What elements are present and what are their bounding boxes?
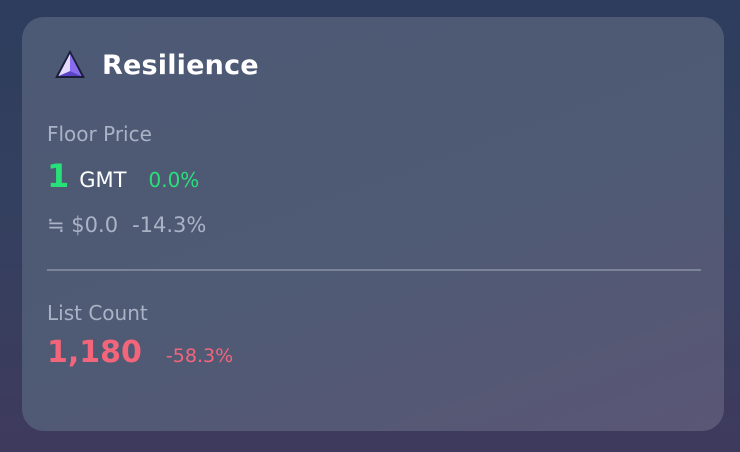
triangle-prism-icon [55, 50, 85, 78]
floor-price-row: 1 GMT 0.0% [47, 157, 199, 195]
floor-price-usd-row: ≒ $0.0 -14.3% [47, 213, 206, 237]
collection-title: Resilience [102, 49, 259, 81]
card-header: Resilience [52, 47, 259, 83]
floor-price-usd-change: -14.3% [132, 213, 207, 237]
collection-stats-card: Resilience Floor Price 1 GMT 0.0% ≒ $0.0… [22, 17, 724, 431]
floor-price-usd-value: ≒ $0.0 [47, 213, 119, 237]
list-count-change: -58.3% [165, 345, 234, 367]
list-count-value: 1,180 [47, 335, 142, 370]
floor-price-value: 1 [47, 157, 70, 195]
floor-price-change: 0.0% [148, 168, 200, 192]
floor-price-unit: GMT [79, 168, 127, 192]
list-count-row: 1,180 -58.3% [47, 335, 233, 370]
floor-price-label: Floor Price [47, 122, 152, 146]
section-divider [47, 269, 701, 271]
list-count-label: List Count [47, 301, 148, 325]
